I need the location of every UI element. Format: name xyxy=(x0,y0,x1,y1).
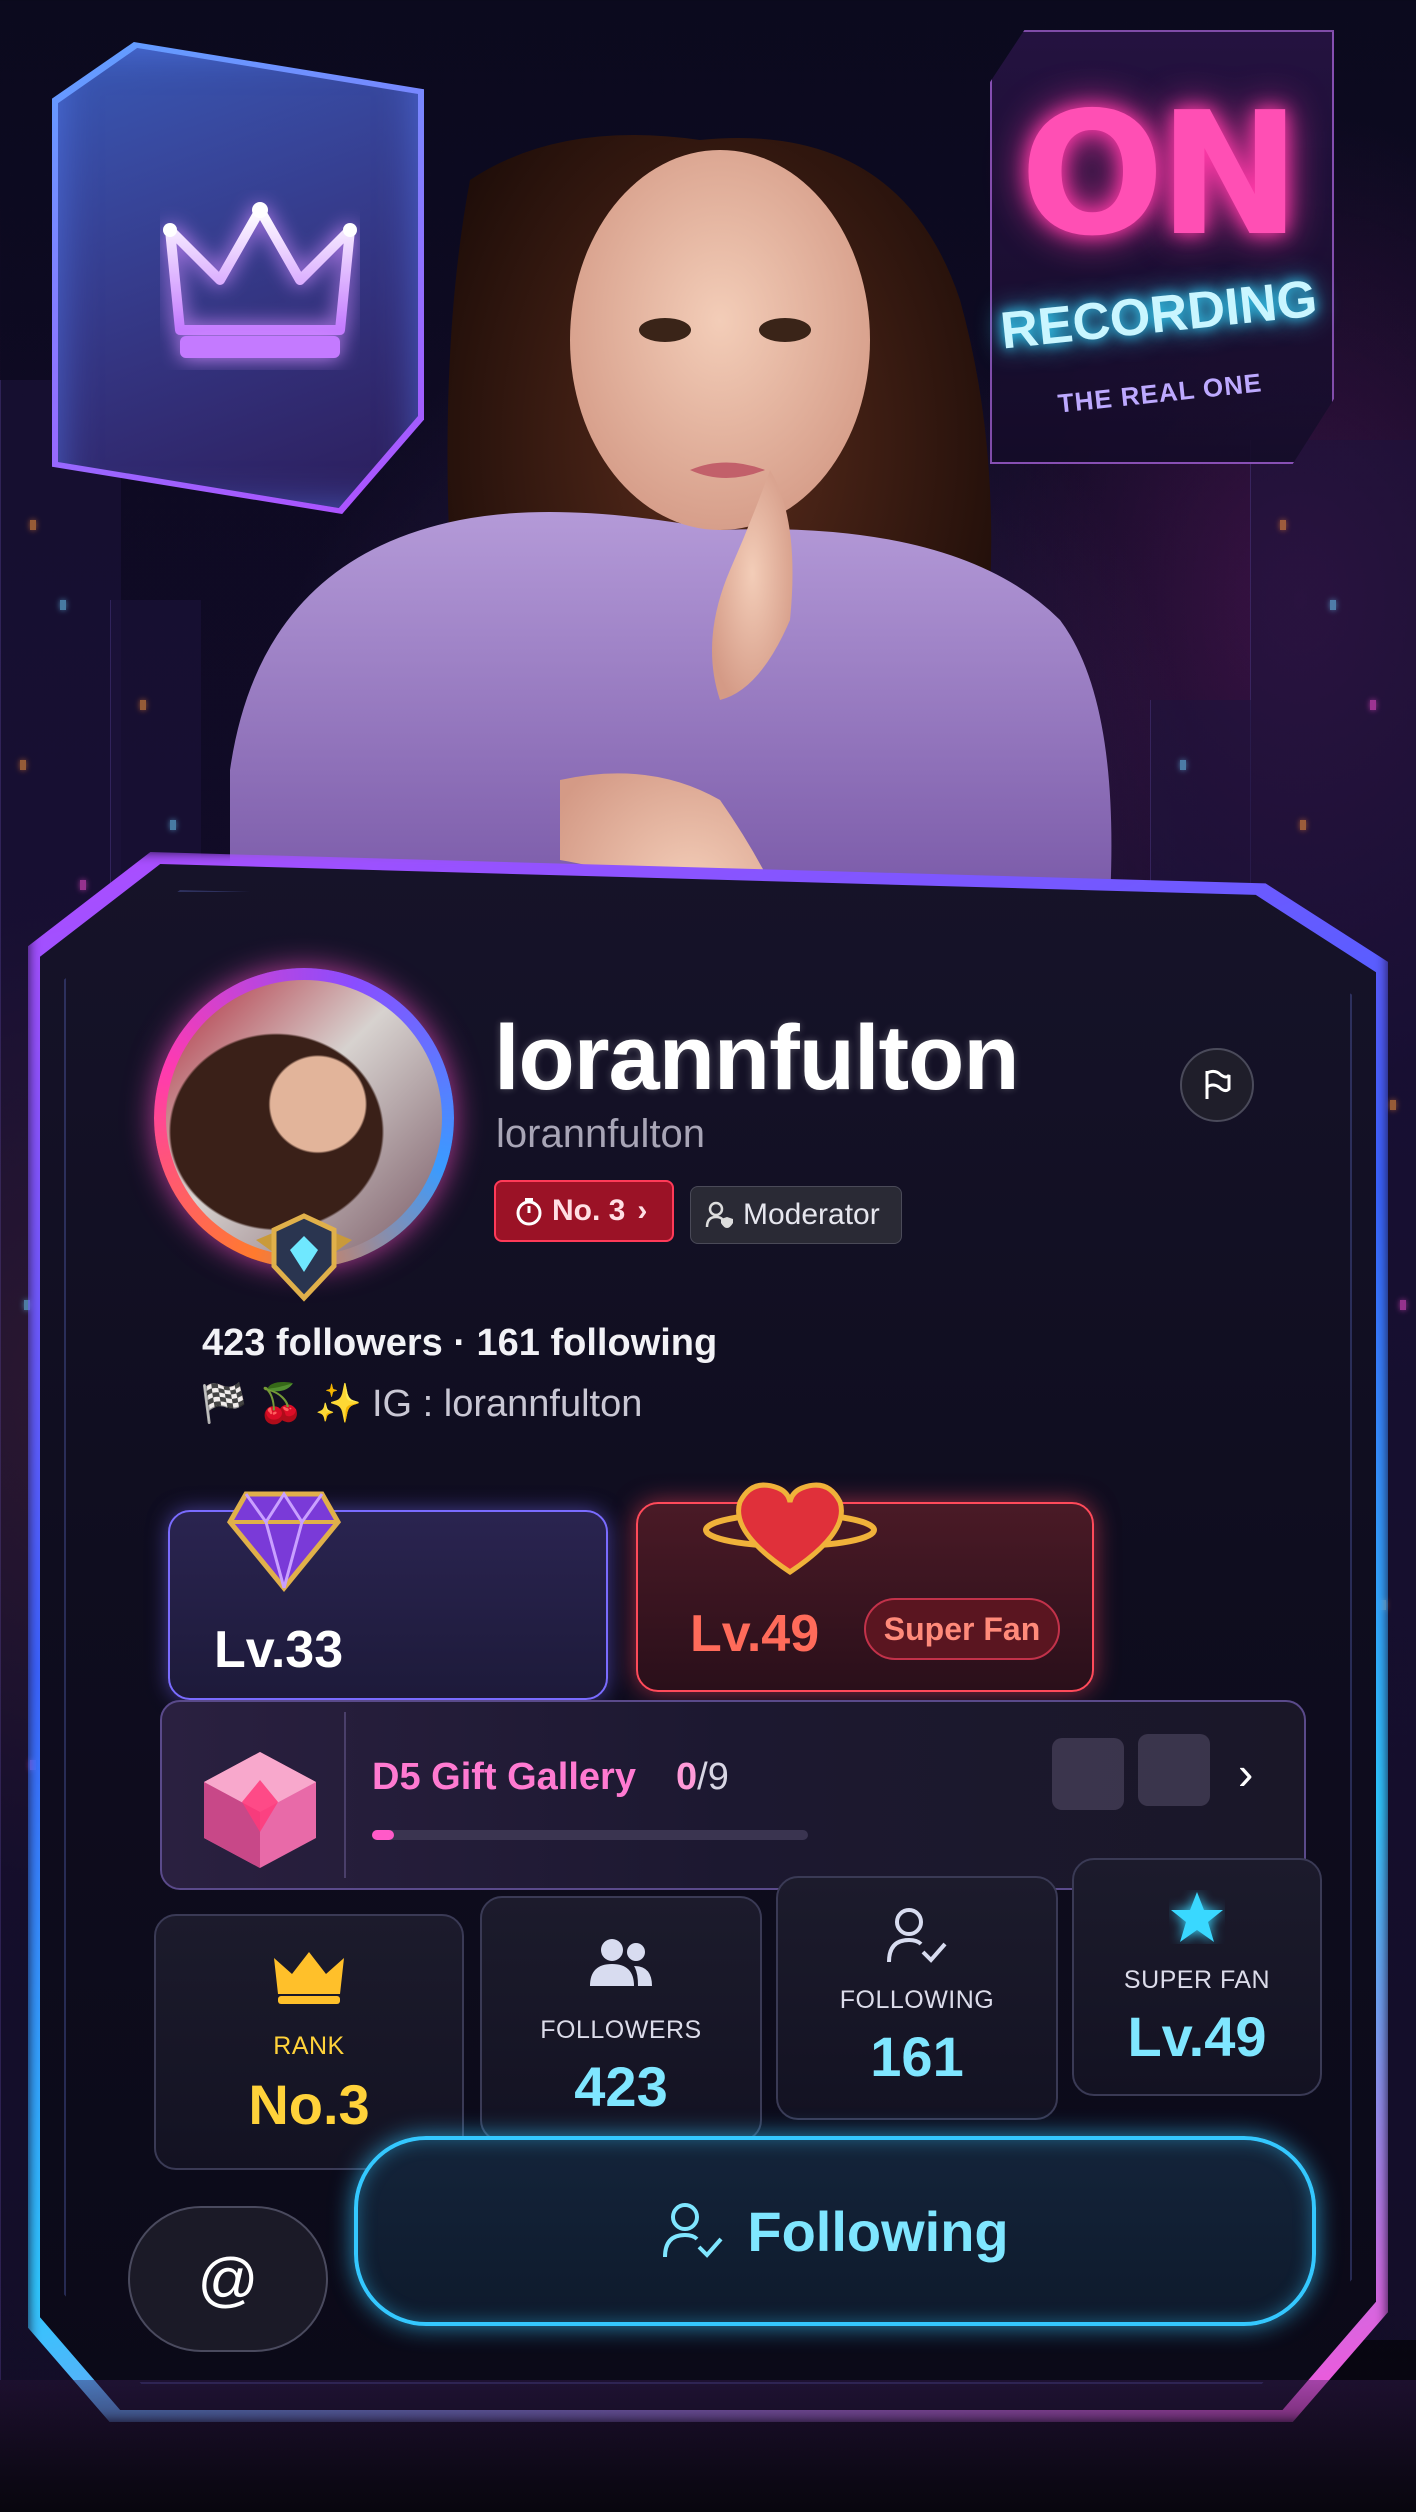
chevron-right-icon: › xyxy=(1238,1747,1254,1799)
stat-super-fan[interactable]: SUPER FAN Lv.49 xyxy=(1072,1858,1322,2096)
stat-followers-label: FOLLOWERS xyxy=(540,2016,702,2044)
user-check-icon xyxy=(887,1908,947,1963)
star-icon xyxy=(1171,1892,1223,1942)
crown-icon xyxy=(274,1952,344,2004)
flag-icon xyxy=(1205,1069,1231,1099)
moderator-badge: Moderator xyxy=(690,1186,902,1244)
bio-text: IG : lorannfulton xyxy=(371,1382,643,1425)
gallery-divider xyxy=(344,1712,346,1878)
stat-super-fan-label: SUPER FAN xyxy=(1123,1966,1271,1994)
gift-box-icon xyxy=(204,1752,316,1868)
stopwatch-icon xyxy=(516,1198,542,1226)
user-shield-icon xyxy=(705,1201,733,1228)
stat-followers[interactable]: FOLLOWERS 423 xyxy=(480,1896,762,2142)
bio-emojis: 🏁 🍒 ✨ xyxy=(200,1382,362,1426)
user-check-icon xyxy=(663,2203,723,2258)
mention-button[interactable]: @ xyxy=(128,2206,328,2352)
recording-sign-on: ON xyxy=(1020,76,1301,274)
checkered-flag-emoji: 🏁 xyxy=(200,1383,248,1425)
gift-gallery-title: D5 Gift Gallery xyxy=(372,1756,636,1798)
follow-summary: 423 followers · 161 following xyxy=(202,1322,718,1364)
gifter-level-label: Lv.33 xyxy=(214,1621,344,1679)
following-button[interactable]: Following xyxy=(354,2136,1316,2326)
stat-rank-label: RANK xyxy=(273,2032,345,2060)
sparkles-emoji: ✨ xyxy=(314,1383,362,1425)
users-icon xyxy=(590,1939,652,1986)
stat-rank[interactable]: RANK No.3 xyxy=(154,1914,464,2170)
stat-following-value: 161 xyxy=(870,2025,964,2088)
username-handle: lorannfulton xyxy=(496,1112,706,1156)
stat-followers-value: 423 xyxy=(574,2055,668,2118)
following-button-label: Following xyxy=(747,2199,1009,2263)
stat-following-label: FOLLOWING xyxy=(839,1986,995,2014)
cherries-emoji: 🍒 xyxy=(257,1383,305,1425)
heart-icon xyxy=(703,1482,877,1576)
gift-gallery-total: /9 xyxy=(697,1756,729,1798)
crown-icon xyxy=(163,202,357,358)
rank-badge[interactable]: No. 3 › xyxy=(494,1180,674,1242)
gift-thumbnail xyxy=(1052,1738,1124,1810)
rank-badge-label: No. 3 xyxy=(552,1194,626,1227)
gift-gallery-progress-fill xyxy=(372,1830,394,1840)
floor-reflection xyxy=(0,2380,1416,2512)
stat-rank-value: No.3 xyxy=(248,2073,370,2136)
gift-gallery-collected: 0 xyxy=(676,1756,698,1798)
gift-gallery-count: 0/9 xyxy=(676,1756,729,1799)
fan-level-label: Lv.49 xyxy=(690,1605,820,1663)
moderator-label: Moderator xyxy=(743,1198,880,1231)
chevron-right-icon: › xyxy=(637,1194,648,1227)
gift-gallery-progress-track xyxy=(372,1830,808,1840)
stat-following[interactable]: FOLLOWING 161 xyxy=(776,1876,1058,2120)
report-flag-button[interactable] xyxy=(1180,1048,1254,1122)
stat-super-fan-value: Lv.49 xyxy=(1127,2005,1267,2068)
bio: 🏁 🍒 ✨ IG : lorannfulton xyxy=(200,1382,642,1426)
display-name: lorannfulton xyxy=(494,1007,1020,1109)
gift-thumbnail xyxy=(1138,1734,1210,1806)
diamond-icon xyxy=(226,1491,342,1592)
super-fan-badge: Super Fan xyxy=(864,1598,1060,1660)
level-shield-badge-icon xyxy=(256,1213,352,1302)
